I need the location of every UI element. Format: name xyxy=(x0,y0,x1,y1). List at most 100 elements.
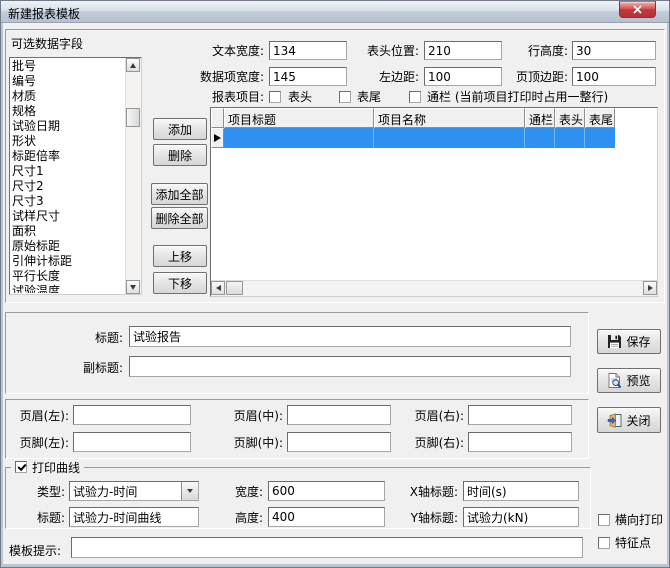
curve-type-label: 类型: xyxy=(27,485,65,499)
row-height-input[interactable] xyxy=(572,41,656,60)
grid-scroll-left-button[interactable] xyxy=(211,281,225,295)
field-list-item[interactable]: 试验日期 xyxy=(12,119,125,134)
header-checkbox[interactable] xyxy=(269,91,281,103)
arrow-left-icon xyxy=(216,285,221,291)
field-list-item[interactable]: 试样尺寸 xyxy=(12,209,125,224)
row-height-label: 行高度: xyxy=(515,44,568,58)
grid-cell-item-name[interactable] xyxy=(374,128,525,148)
window-frame-left xyxy=(1,23,3,567)
report-title-label: 标题: xyxy=(71,331,123,345)
page-footer-right-label: 页脚(右): xyxy=(404,436,464,450)
print-curve-label: 打印曲线 xyxy=(32,459,80,476)
grid-cell-footer[interactable] xyxy=(585,128,615,148)
available-fields-listbox[interactable]: 批号编号材质规格试验日期形状标距倍率尺寸1尺寸2尺寸3试样尺寸面积原始标距引伸计… xyxy=(9,57,142,295)
preview-button[interactable]: 预览 xyxy=(597,368,661,393)
page-header-right-input[interactable] xyxy=(468,405,572,425)
save-button[interactable]: 保存 xyxy=(597,329,661,354)
print-curve-legend: 打印曲线 xyxy=(11,460,84,474)
list-scrollbar[interactable] xyxy=(125,58,141,294)
grid-cell-item-title[interactable] xyxy=(224,128,374,148)
grid-scroll-right-button[interactable] xyxy=(643,281,657,295)
top-margin-input[interactable] xyxy=(572,67,656,86)
page-footer-center-input[interactable] xyxy=(287,432,391,452)
field-list-item[interactable]: 面积 xyxy=(12,224,125,239)
add-button[interactable]: 添加 xyxy=(153,118,207,140)
grid-header-header[interactable]: 表头 xyxy=(555,108,585,128)
grid-header-item-name[interactable]: 项目名称 xyxy=(374,108,525,128)
field-list-item[interactable]: 标距倍率 xyxy=(12,149,125,164)
move-up-button[interactable]: 上移 xyxy=(153,245,207,267)
grid-cell-header[interactable] xyxy=(555,128,585,148)
grid-cell-fullrow[interactable] xyxy=(525,128,555,148)
scroll-up-button[interactable] xyxy=(126,58,140,72)
feature-points-checkbox[interactable] xyxy=(598,537,610,549)
template-hint-input[interactable] xyxy=(71,537,583,558)
field-list-item[interactable]: 尺寸1 xyxy=(12,164,125,179)
page-header-center-input[interactable] xyxy=(287,405,391,425)
fullrow-checkbox[interactable] xyxy=(409,91,421,103)
title-bar[interactable]: 新建报表模板 xyxy=(1,1,670,23)
page-header-right-label: 页眉(右): xyxy=(404,409,464,423)
preview-icon xyxy=(607,373,622,388)
page-footer-right-input[interactable] xyxy=(468,432,572,452)
check-mark-icon xyxy=(17,462,26,471)
field-list-item[interactable]: 试验温度 xyxy=(12,284,125,293)
report-title-input[interactable] xyxy=(129,326,571,347)
report-items-label: 报表项目: xyxy=(207,90,264,104)
page-header-left-label: 页眉(左): xyxy=(9,409,69,423)
grid-horizontal-scrollbar[interactable] xyxy=(211,280,657,296)
remove-all-button[interactable]: 删除全部 xyxy=(151,207,208,229)
field-list-item[interactable]: 原始标距 xyxy=(12,239,125,254)
add-all-button[interactable]: 添加全部 xyxy=(151,183,208,205)
print-curve-checkbox[interactable] xyxy=(15,461,27,473)
curve-yaxis-label: Y轴标题: xyxy=(392,511,458,525)
remove-all-button-label: 删除全部 xyxy=(155,210,203,227)
arrow-right-icon xyxy=(648,285,653,291)
grid-selected-row[interactable] xyxy=(211,128,657,148)
field-list-item[interactable]: 规格 xyxy=(12,104,125,119)
curve-width-label: 宽度: xyxy=(223,485,263,499)
add-button-label: 添加 xyxy=(168,121,192,138)
grid-header-fullrow[interactable]: 通栏 xyxy=(525,108,555,128)
curve-xaxis-input[interactable] xyxy=(463,481,579,501)
page-header-left-input[interactable] xyxy=(73,405,191,425)
grid-header-item-title[interactable]: 项目标题 xyxy=(224,108,374,128)
report-subtitle-label: 副标题: xyxy=(59,361,123,375)
move-down-button[interactable]: 下移 xyxy=(153,272,207,294)
panel-title xyxy=(5,312,589,394)
header-pos-input[interactable] xyxy=(424,41,502,60)
text-width-input[interactable] xyxy=(269,41,347,60)
left-margin-input[interactable] xyxy=(424,67,502,86)
page-footer-left-label: 页脚(左): xyxy=(9,436,69,450)
exit-door-icon xyxy=(607,413,622,428)
landscape-print-checkbox[interactable] xyxy=(598,514,610,526)
field-list-item[interactable]: 引伸计标距 xyxy=(12,254,125,269)
combo-dropdown-button[interactable] xyxy=(181,482,198,500)
data-width-input[interactable] xyxy=(269,67,347,86)
scroll-down-button[interactable] xyxy=(126,280,140,294)
field-list-item[interactable]: 形状 xyxy=(12,134,125,149)
curve-type-select[interactable]: 试验力-时间 xyxy=(69,481,199,501)
curve-height-input[interactable] xyxy=(268,507,385,527)
close-icon xyxy=(633,5,642,14)
remove-button[interactable]: 删除 xyxy=(153,144,207,166)
field-list-item[interactable]: 批号 xyxy=(12,59,125,74)
field-list-item[interactable]: 尺寸3 xyxy=(12,194,125,209)
scroll-thumb[interactable] xyxy=(126,108,140,127)
field-list-item[interactable]: 尺寸2 xyxy=(12,179,125,194)
report-subtitle-input[interactable] xyxy=(129,356,571,377)
close-dialog-button[interactable]: 关闭 xyxy=(597,407,661,433)
footer-checkbox[interactable] xyxy=(339,91,351,103)
field-list-item[interactable]: 平行长度 xyxy=(12,269,125,284)
curve-yaxis-input[interactable] xyxy=(463,507,579,527)
report-items-grid[interactable]: 项目标题 项目名称 通栏 表头 表尾 xyxy=(210,107,658,297)
close-button[interactable] xyxy=(619,1,656,18)
curve-width-input[interactable] xyxy=(268,481,385,501)
field-list-item[interactable]: 材质 xyxy=(12,89,125,104)
curve-title-input[interactable] xyxy=(69,507,199,527)
save-icon xyxy=(607,334,622,349)
grid-scroll-thumb[interactable] xyxy=(226,281,243,295)
field-list-item[interactable]: 编号 xyxy=(12,74,125,89)
page-footer-left-input[interactable] xyxy=(73,432,191,452)
grid-header-footer[interactable]: 表尾 xyxy=(585,108,615,128)
